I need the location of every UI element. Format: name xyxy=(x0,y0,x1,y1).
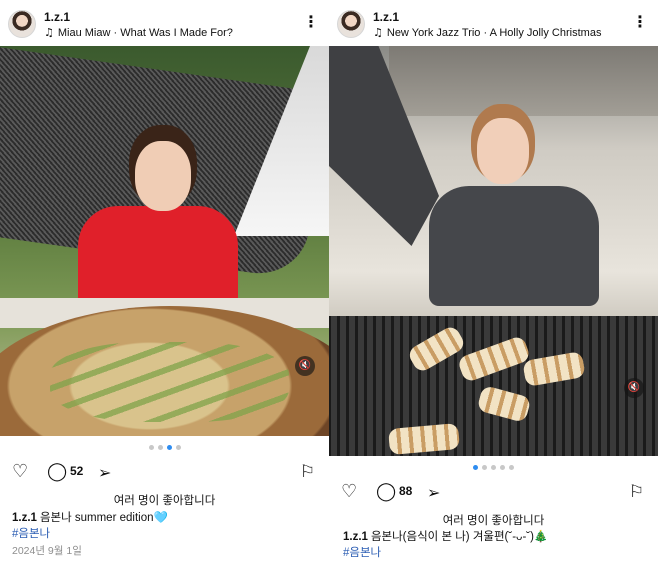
caption-username[interactable]: 1.z.1 xyxy=(12,512,37,524)
carousel-dot xyxy=(491,465,496,470)
more-vertical-icon[interactable]: ⋮ xyxy=(632,12,648,31)
carousel-dot xyxy=(500,465,505,470)
username[interactable]: 1.z.1 xyxy=(373,10,399,24)
more-vertical-icon[interactable]: ⋮ xyxy=(303,12,319,31)
hashtag-link[interactable]: #음본나 xyxy=(12,525,50,541)
carousel-dot xyxy=(509,465,514,470)
share-icon[interactable]: ➢ xyxy=(98,463,111,482)
caption-text: 음본나(음식이 본 나) 겨울편(˘-ᴗ-˘)🎄 xyxy=(370,531,549,543)
music-label: Miau Miaw · What Was I Made For? xyxy=(57,27,233,39)
comment-icon[interactable]: ◯ xyxy=(376,480,396,504)
username[interactable]: 1.z.1 xyxy=(44,10,70,24)
post-header: 1.z.1 ♫ Miau Miaw · What Was I Made For? … xyxy=(0,0,329,46)
post-date: 2024년 9월 1일 xyxy=(12,545,82,557)
bookmark-icon[interactable]: ⚐ xyxy=(300,460,315,484)
hashtag-link[interactable]: #음본나 xyxy=(343,544,381,560)
comment-count: 88 xyxy=(399,484,413,498)
carousel-dot xyxy=(482,465,487,470)
photo-ceiling xyxy=(389,46,658,116)
avatar[interactable] xyxy=(8,10,36,38)
likes-text[interactable]: 여러 명이 좋아합니다 xyxy=(329,512,658,528)
photo-person xyxy=(429,186,599,306)
caption-username[interactable]: 1.z.1 xyxy=(343,531,368,543)
action-bar: ♡ ◯ 52 ➢ ⚐ xyxy=(0,460,329,488)
mute-icon[interactable]: 🔇 xyxy=(295,356,315,376)
share-icon[interactable]: ➢ xyxy=(427,483,440,502)
likes-text[interactable]: 여러 명이 좋아합니다 xyxy=(0,492,329,508)
carousel-dot xyxy=(148,445,154,450)
photo-face xyxy=(135,141,191,211)
photo-face xyxy=(477,118,529,184)
post-card-right: 1.z.1 ♫ New York Jazz Trio · A Holly Joll… xyxy=(329,0,658,563)
photo-food xyxy=(0,306,329,436)
music-label: New York Jazz Trio · A Holly Jolly Chris… xyxy=(386,27,602,39)
heart-icon[interactable]: ♡ xyxy=(12,460,28,484)
carousel-indicator xyxy=(0,445,329,450)
photo-grill xyxy=(329,316,658,456)
music-info[interactable]: ♫ New York Jazz Trio · A Holly Jolly Chri… xyxy=(373,26,601,39)
bookmark-icon[interactable]: ⚐ xyxy=(629,480,644,504)
action-bar: ♡ ◯ 88 ➢ ⚐ xyxy=(329,480,658,508)
music-note-icon: ♫ xyxy=(44,26,54,39)
post-header: 1.z.1 ♫ New York Jazz Trio · A Holly Joll… xyxy=(329,0,658,46)
carousel-dot xyxy=(157,445,163,450)
music-info[interactable]: ♫ Miau Miaw · What Was I Made For? xyxy=(44,26,233,39)
carousel-dot xyxy=(175,445,181,450)
post-photo[interactable] xyxy=(0,46,329,436)
comment-count: 52 xyxy=(70,464,84,478)
carousel-dot-active xyxy=(473,465,478,470)
heart-icon[interactable]: ♡ xyxy=(341,480,357,504)
post-photo[interactable] xyxy=(329,46,658,456)
music-note-icon: ♫ xyxy=(373,26,383,39)
comment-icon[interactable]: ◯ xyxy=(47,460,67,484)
carousel-dot-active xyxy=(166,445,172,450)
post-card-left: 1.z.1 ♫ Miau Miaw · What Was I Made For? … xyxy=(0,0,329,563)
caption-text: 음본나 summer edition🩵 xyxy=(39,512,168,524)
carousel-indicator xyxy=(329,465,658,470)
caption: 1.z.1 음본나(음식이 본 나) 겨울편(˘-ᴗ-˘)🎄 xyxy=(343,528,548,544)
avatar[interactable] xyxy=(337,10,365,38)
caption: 1.z.1 음본나 summer edition🩵 xyxy=(12,509,168,525)
mute-icon[interactable]: 🔇 xyxy=(624,378,644,398)
